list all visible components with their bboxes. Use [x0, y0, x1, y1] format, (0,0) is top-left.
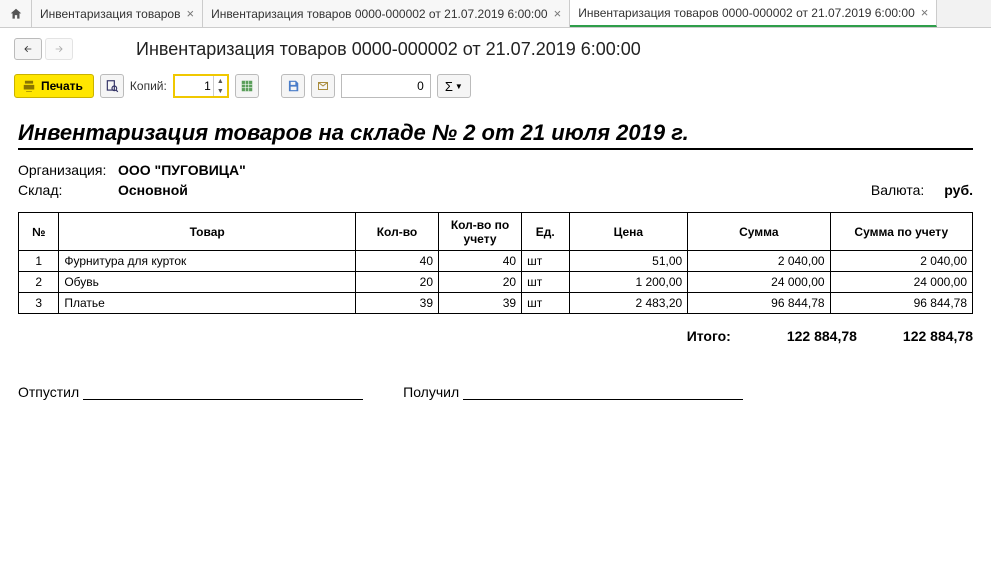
number-field[interactable] — [341, 74, 431, 98]
preview-icon — [105, 79, 119, 93]
total-sum: 122 884,78 — [787, 328, 857, 344]
cell-qty2: 20 — [439, 272, 522, 293]
save-button[interactable] — [281, 74, 305, 98]
print-label: Печать — [41, 79, 83, 93]
spinner-up-icon[interactable]: ▲ — [214, 76, 227, 86]
cell-name: Платье — [59, 293, 356, 314]
cell-sum2: 96 844,78 — [830, 293, 972, 314]
doc-table: № Товар Кол-во Кол-во по учету Ед. Цена … — [18, 212, 973, 314]
sign-line — [463, 399, 743, 400]
close-icon[interactable]: × — [921, 5, 929, 20]
cell-qty: 20 — [355, 272, 438, 293]
th-sum2: Сумма по учету — [830, 213, 972, 251]
tab-label: Инвентаризация товаров — [40, 7, 180, 21]
cur-label: Валюта: — [871, 182, 944, 198]
cell-sum: 2 040,00 — [688, 251, 830, 272]
grid-icon — [240, 79, 254, 93]
email-button[interactable] — [311, 74, 335, 98]
sum-button[interactable]: Σ ▼ — [437, 74, 471, 98]
cell-price: 2 483,20 — [569, 293, 688, 314]
th-sum: Сумма — [688, 213, 830, 251]
total-sum2: 122 884,78 — [903, 328, 973, 344]
cell-name: Фурнитура для курток — [59, 251, 356, 272]
document: Инвентаризация товаров на складе № 2 от … — [18, 120, 973, 400]
floppy-icon — [286, 79, 300, 93]
cell-qty2: 40 — [439, 251, 522, 272]
chevron-down-icon: ▼ — [455, 82, 463, 91]
sigma-icon: Σ — [445, 79, 453, 94]
cell-unit: шт — [522, 293, 569, 314]
printer-icon — [21, 79, 37, 93]
th-unit: Ед. — [522, 213, 569, 251]
cell-num: 2 — [19, 272, 59, 293]
cell-qty: 40 — [355, 251, 438, 272]
sign-received-label: Получил — [403, 384, 459, 400]
spinner-down-icon[interactable]: ▼ — [214, 86, 227, 96]
cell-name: Обувь — [59, 272, 356, 293]
doc-meta: Организация: ООО "ПУГОВИЦА" Склад: Основ… — [18, 162, 973, 198]
total-label: Итого: — [687, 328, 731, 344]
table-row: 2Обувь2020шт1 200,0024 000,0024 000,00 — [19, 272, 973, 293]
tab-2[interactable]: Инвентаризация товаров 0000-000002 от 21… — [203, 0, 570, 27]
cell-num: 1 — [19, 251, 59, 272]
close-icon[interactable]: × — [186, 6, 194, 21]
cell-num: 3 — [19, 293, 59, 314]
cell-sum: 24 000,00 — [688, 272, 830, 293]
totals: Итого: 122 884,78 122 884,78 — [18, 328, 973, 344]
th-qty: Кол-во — [355, 213, 438, 251]
cell-qty: 39 — [355, 293, 438, 314]
tab-home[interactable] — [0, 0, 32, 27]
table-settings-button[interactable] — [235, 74, 259, 98]
preview-button[interactable] — [100, 74, 124, 98]
th-price: Цена — [569, 213, 688, 251]
copies-label: Копий: — [130, 79, 167, 93]
doc-title: Инвентаризация товаров на складе № 2 от … — [18, 120, 973, 150]
tab-label: Инвентаризация товаров 0000-000002 от 21… — [578, 6, 915, 20]
cell-price: 51,00 — [569, 251, 688, 272]
back-button[interactable] — [14, 38, 42, 60]
sign-row: Отпустил Получил — [18, 384, 973, 400]
arrow-right-icon — [52, 44, 66, 54]
wh-label: Склад: — [18, 182, 118, 198]
cur-value: руб. — [944, 182, 973, 198]
cell-sum: 96 844,78 — [688, 293, 830, 314]
close-icon[interactable]: × — [554, 6, 562, 21]
cell-sum2: 24 000,00 — [830, 272, 972, 293]
wh-value: Основной — [118, 182, 871, 198]
org-value: ООО "ПУГОВИЦА" — [118, 162, 871, 178]
tabs-bar: Инвентаризация товаров × Инвентаризация … — [0, 0, 991, 28]
th-num: № — [19, 213, 59, 251]
th-name: Товар — [59, 213, 356, 251]
copies-spinner[interactable]: ▲ ▼ — [173, 74, 229, 98]
th-qty2: Кол-во по учету — [439, 213, 522, 251]
toolbar: Печать Копий: ▲ ▼ Σ ▼ — [0, 70, 991, 102]
tab-1[interactable]: Инвентаризация товаров × — [32, 0, 203, 27]
table-row: 1Фурнитура для курток4040шт51,002 040,00… — [19, 251, 973, 272]
org-label: Организация: — [18, 162, 118, 178]
copies-input[interactable] — [175, 76, 213, 96]
sign-line — [83, 399, 363, 400]
cell-price: 1 200,00 — [569, 272, 688, 293]
page-title: Инвентаризация товаров 0000-000002 от 21… — [136, 39, 641, 60]
sign-released-label: Отпустил — [18, 384, 79, 400]
arrow-left-icon — [21, 44, 35, 54]
cell-unit: шт — [522, 272, 569, 293]
forward-button[interactable] — [45, 38, 73, 60]
table-row: 3Платье3939шт2 483,2096 844,7896 844,78 — [19, 293, 973, 314]
tab-label: Инвентаризация товаров 0000-000002 от 21… — [211, 7, 548, 21]
home-icon — [9, 7, 23, 21]
cell-sum2: 2 040,00 — [830, 251, 972, 272]
envelope-icon — [316, 80, 330, 92]
print-button[interactable]: Печать — [14, 74, 94, 98]
cell-qty2: 39 — [439, 293, 522, 314]
cell-unit: шт — [522, 251, 569, 272]
nav-row: Инвентаризация товаров 0000-000002 от 21… — [0, 28, 991, 70]
tab-3[interactable]: Инвентаризация товаров 0000-000002 от 21… — [570, 0, 937, 27]
